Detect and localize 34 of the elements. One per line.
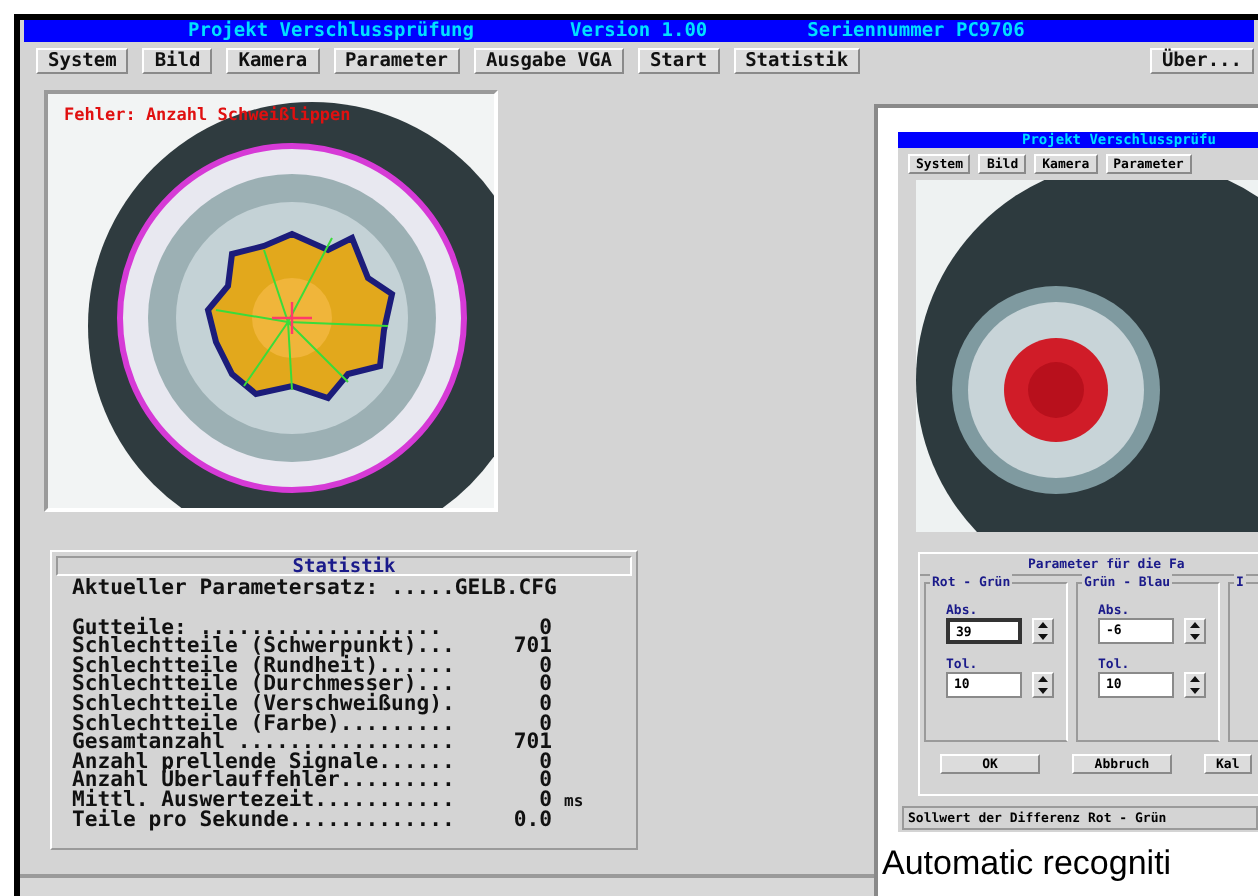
stat-unit: ms (564, 791, 584, 812)
stat-value: 0.0 (511, 811, 552, 831)
spinner-button[interactable] (1184, 618, 1206, 644)
menu-button[interactable]: Ausgabe VGA (474, 48, 624, 74)
up-down-arrows-icon (1038, 622, 1048, 640)
up-down-arrows-icon (1190, 676, 1200, 694)
panel-title: Statistik (56, 556, 632, 576)
stat-label: Teile pro Sekunde............. (72, 811, 457, 831)
stat-value: 701 (511, 638, 552, 658)
menu-button[interactable]: Start (637, 48, 720, 74)
title-bar: Projekt Verschlussprüfung Version 1.00 Seriennummer PC9706 (24, 20, 1254, 42)
menu-button[interactable]: System (36, 48, 129, 74)
stat-value: 0 (539, 619, 552, 639)
stat-value: 0 (539, 715, 552, 735)
menu-button[interactable]: Statistik (733, 48, 861, 74)
caption: Automatic recogniti (880, 842, 1172, 886)
stat-label: Schlechtteile (Farbe)......... (72, 715, 457, 735)
stat-value: 0 (537, 772, 552, 792)
menu-button[interactable]: Über... (1149, 48, 1254, 74)
stat-value: 0 (537, 753, 552, 773)
parameter-set-text: Aktueller Parametersatz: .....GELB.CFG (72, 580, 559, 600)
spinner-button[interactable] (1184, 672, 1206, 698)
stat-value: 0 (537, 676, 552, 696)
up-down-arrows-icon (1038, 676, 1048, 694)
up-down-arrows-icon (1190, 622, 1200, 640)
stat-value: 701 (511, 734, 552, 754)
menu-button[interactable]: Parameter (333, 48, 461, 74)
spinner-button[interactable] (1032, 672, 1054, 698)
spinner-button[interactable] (1032, 618, 1054, 644)
stat-value: 0 (537, 657, 552, 677)
menu-button[interactable]: Bild (142, 48, 213, 74)
stat-value: 0 (537, 695, 552, 716)
stat-value: 0 (539, 791, 552, 812)
menu-button[interactable]: Kamera (226, 48, 320, 74)
